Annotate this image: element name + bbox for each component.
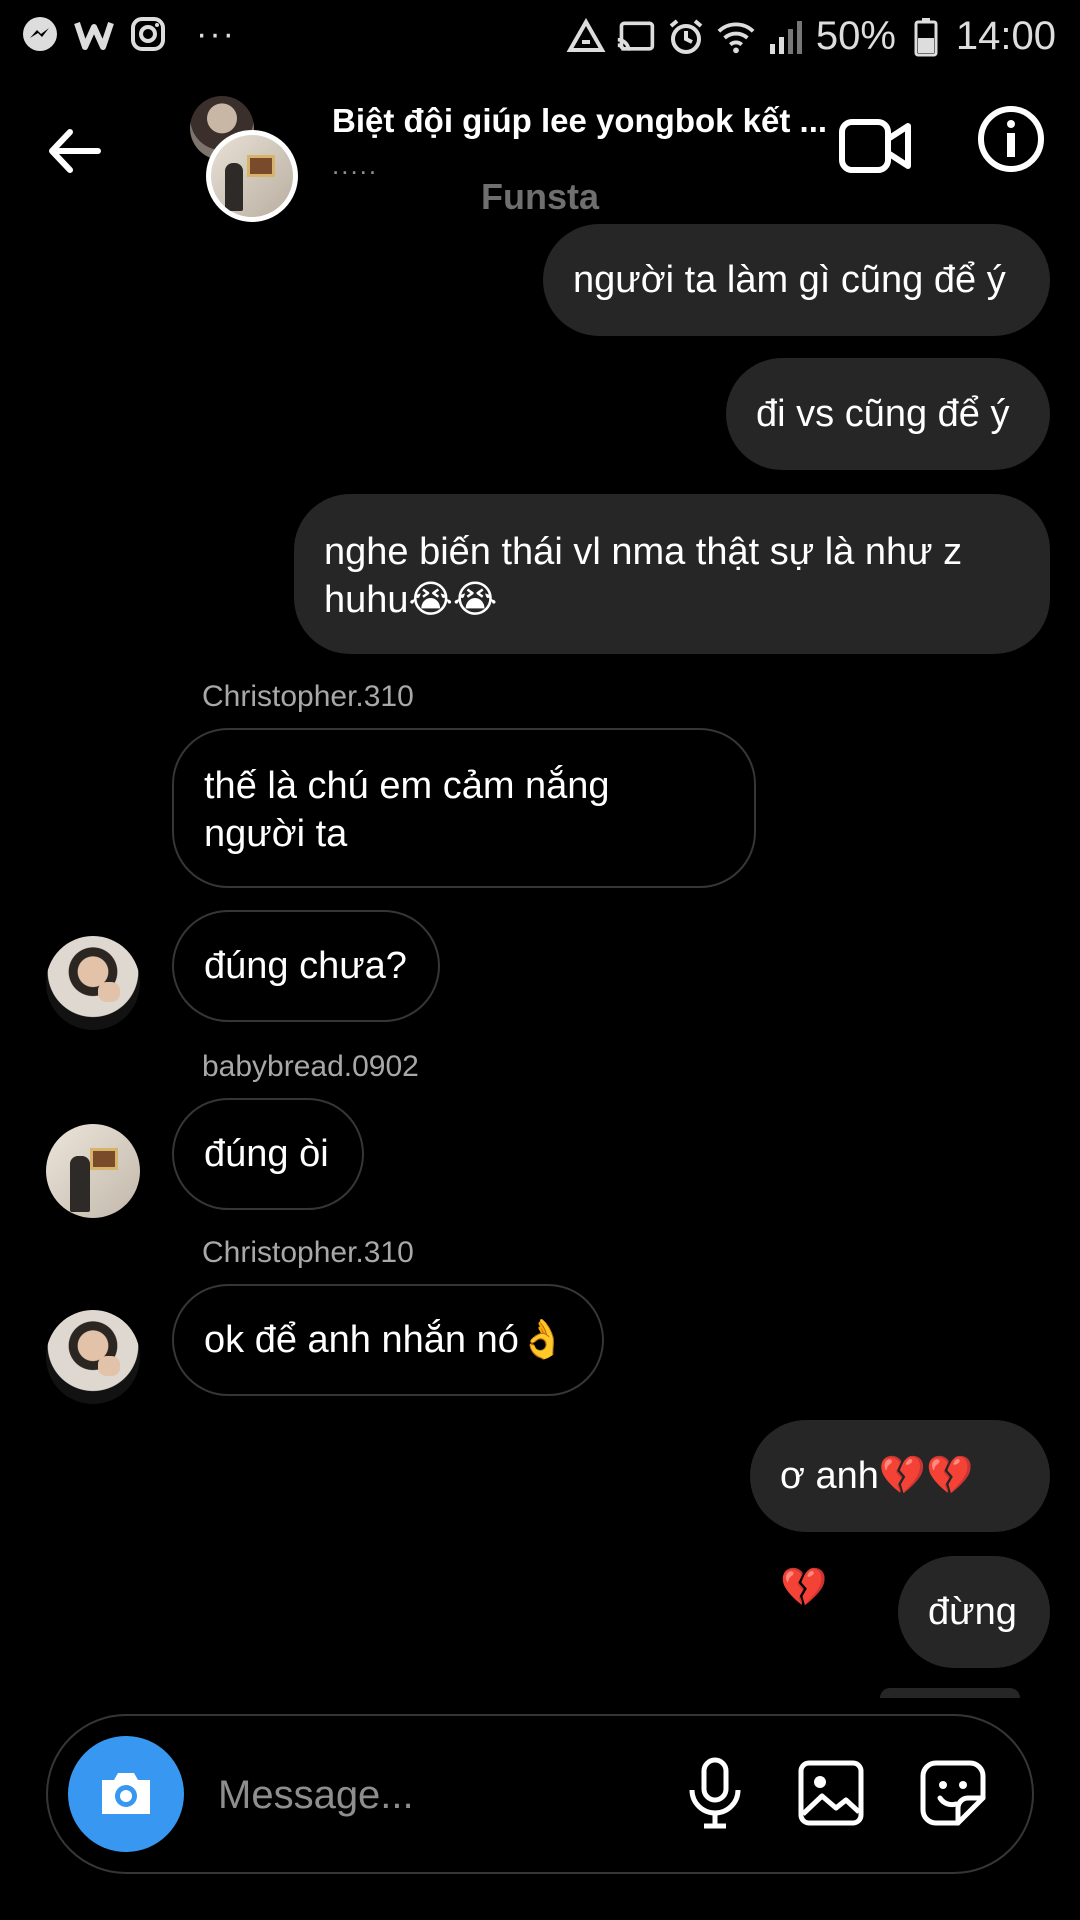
sender-avatar[interactable] — [46, 936, 140, 1030]
recycle-icon — [566, 17, 606, 57]
clock: 14:00 — [955, 14, 1056, 58]
sender-avatar[interactable] — [46, 1310, 140, 1404]
voice-message-button[interactable] — [680, 1756, 750, 1832]
group-banner: Funsta — [480, 176, 599, 217]
incoming-message[interactable]: thế là chú em cảm nắng người ta — [172, 728, 756, 888]
signal-icon — [766, 17, 806, 57]
outgoing-message[interactable]: đừng — [898, 1556, 1050, 1668]
message-composer — [46, 1714, 1034, 1874]
cast-icon — [616, 17, 656, 57]
more-notifications-icon: ··· — [196, 15, 236, 53]
info-button[interactable] — [976, 104, 1046, 174]
gallery-button[interactable] — [796, 1758, 866, 1828]
camera-icon — [102, 1773, 150, 1814]
chat-title[interactable]: Biệt đội giúp lee yongbok kết ... — [332, 102, 852, 140]
outgoing-message[interactable]: nghe biến thái vl nma thật sự là như z h… — [294, 494, 1050, 654]
battery-percent: 50% — [815, 14, 896, 58]
sticker-icon — [920, 1760, 986, 1826]
wifi-icon — [716, 17, 756, 57]
incoming-message[interactable]: đúng chưa? — [172, 910, 440, 1022]
incoming-message[interactable]: ok để anh nhắn nó👌 — [172, 1284, 604, 1396]
status-bar: ··· 50% 14:00 — [0, 0, 1080, 72]
message-input[interactable] — [216, 1764, 640, 1826]
sender-avatar[interactable] — [46, 1124, 140, 1218]
messenger-icon — [20, 14, 60, 54]
sender-name: Christopher.310 — [202, 680, 414, 713]
alarm-icon — [666, 17, 706, 57]
incoming-message[interactable]: đúng òi — [172, 1098, 364, 1210]
video-call-icon — [839, 119, 911, 173]
video-call-button[interactable] — [838, 112, 914, 180]
instagram-icon — [128, 14, 168, 54]
microphone-icon — [689, 1757, 741, 1829]
w-app-icon — [74, 14, 114, 54]
camera-button[interactable] — [68, 1736, 184, 1852]
sticker-button[interactable] — [918, 1758, 988, 1828]
sender-name: babybread.0902 — [202, 1050, 419, 1083]
outgoing-message[interactable]: đi vs cũng để ý — [726, 358, 1050, 470]
info-icon — [978, 106, 1044, 172]
outgoing-message[interactable]: ơ anh💔💔💔 — [750, 1420, 1050, 1609]
partial-message — [880, 1688, 1020, 1698]
battery-icon — [906, 17, 946, 57]
gallery-icon — [798, 1760, 864, 1826]
outgoing-message[interactable]: người ta làm gì cũng để ý — [543, 224, 1050, 336]
sender-name: Christopher.310 — [202, 1236, 414, 1269]
